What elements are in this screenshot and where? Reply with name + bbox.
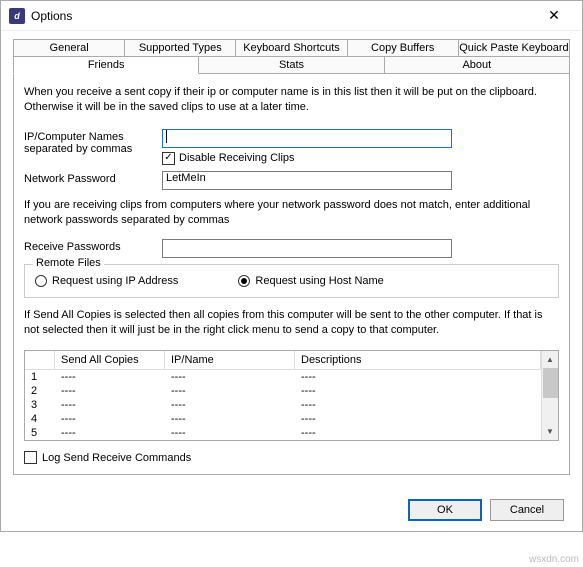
tab-keyboard-shortcuts[interactable]: Keyboard Shortcuts bbox=[236, 39, 347, 56]
row-ip-names: IP/Computer Names separated by commas ✓ … bbox=[24, 129, 559, 165]
tabs-row-1: General Supported Types Keyboard Shortcu… bbox=[13, 39, 570, 56]
tab-about[interactable]: About bbox=[385, 56, 570, 74]
scroll-up-arrow[interactable]: ▲ bbox=[546, 351, 554, 368]
close-button[interactable]: ✕ bbox=[534, 7, 574, 24]
cancel-button[interactable]: Cancel bbox=[490, 499, 564, 521]
ip-names-field-wrap: ✓ Disable Receiving Clips bbox=[162, 129, 559, 165]
cell-num: 1 bbox=[25, 370, 55, 384]
table-header-row: Send All Copies IP/Name Descriptions bbox=[25, 351, 541, 370]
receive-passwords-input[interactable] bbox=[162, 239, 452, 258]
radio-ip-circle[interactable] bbox=[35, 275, 47, 287]
scroll-thumb[interactable] bbox=[543, 368, 558, 398]
table-scrollbar[interactable]: ▲ ▼ bbox=[541, 351, 558, 440]
log-checkbox[interactable] bbox=[24, 451, 37, 464]
tab-general[interactable]: General bbox=[13, 39, 125, 56]
tab-friends[interactable]: Friends bbox=[13, 56, 199, 74]
log-label: Log Send Receive Commands bbox=[42, 452, 191, 464]
table-row[interactable]: 3 ---- ---- ---- bbox=[25, 398, 541, 412]
network-password-input[interactable]: LetMeIn bbox=[162, 171, 452, 190]
cell-sendall: ---- bbox=[55, 370, 165, 384]
disable-receiving-row[interactable]: ✓ Disable Receiving Clips bbox=[162, 152, 559, 165]
tab-supported-types[interactable]: Supported Types bbox=[125, 39, 236, 56]
disable-receiving-checkbox[interactable]: ✓ bbox=[162, 152, 175, 165]
remote-files-radios: Request using IP Address Request using H… bbox=[35, 275, 548, 287]
cell-sendall: ---- bbox=[55, 426, 165, 440]
remote-files-legend: Remote Files bbox=[33, 257, 104, 269]
tab-quick-paste-keyboard[interactable]: Quick Paste Keyboard bbox=[459, 39, 570, 56]
remote-files-group: Remote Files Request using IP Address Re… bbox=[24, 264, 559, 298]
friends-tabpage: When you receive a sent copy if their ip… bbox=[13, 73, 570, 475]
table-row[interactable]: 2 ---- ---- ---- bbox=[25, 384, 541, 398]
ip-names-input[interactable] bbox=[162, 129, 452, 148]
radio-request-host[interactable]: Request using Host Name bbox=[238, 275, 383, 287]
cell-ipname: ---- bbox=[165, 412, 295, 426]
send-targets-table: Send All Copies IP/Name Descriptions 1 -… bbox=[24, 350, 559, 441]
network-password-field-wrap: LetMeIn bbox=[162, 171, 559, 190]
network-password-note: If you are receiving clips from computer… bbox=[24, 198, 559, 228]
cell-desc: ---- bbox=[295, 426, 541, 440]
app-icon: d bbox=[9, 8, 25, 24]
titlebar: d Options ✕ bbox=[1, 1, 582, 31]
table-row[interactable]: 4 ---- ---- ---- bbox=[25, 412, 541, 426]
col-ip-name[interactable]: IP/Name bbox=[165, 351, 295, 370]
ok-button[interactable]: OK bbox=[408, 499, 482, 521]
tabs-row-2: Friends Stats About bbox=[13, 56, 570, 74]
cell-desc: ---- bbox=[295, 370, 541, 384]
network-password-label: Network Password bbox=[24, 171, 162, 185]
cell-num: 3 bbox=[25, 398, 55, 412]
window-title: Options bbox=[31, 9, 72, 23]
receive-passwords-label: Receive Passwords bbox=[24, 239, 162, 253]
cell-desc: ---- bbox=[295, 398, 541, 412]
tab-copy-buffers[interactable]: Copy Buffers bbox=[348, 39, 459, 56]
cell-sendall: ---- bbox=[55, 398, 165, 412]
radio-request-ip[interactable]: Request using IP Address bbox=[35, 275, 178, 287]
cell-num: 4 bbox=[25, 412, 55, 426]
receive-passwords-field-wrap bbox=[162, 239, 559, 258]
col-descriptions[interactable]: Descriptions bbox=[295, 351, 541, 370]
content-area: General Supported Types Keyboard Shortcu… bbox=[1, 31, 582, 489]
cell-ipname: ---- bbox=[165, 384, 295, 398]
scroll-down-arrow[interactable]: ▼ bbox=[546, 423, 554, 440]
disable-receiving-label: Disable Receiving Clips bbox=[179, 152, 295, 164]
table-row[interactable]: 1 ---- ---- ---- bbox=[25, 370, 541, 384]
tab-stats[interactable]: Stats bbox=[199, 56, 384, 74]
row-receive-passwords: Receive Passwords bbox=[24, 239, 559, 258]
cell-num: 2 bbox=[25, 384, 55, 398]
cell-ipname: ---- bbox=[165, 426, 295, 440]
cell-desc: ---- bbox=[295, 412, 541, 426]
log-row[interactable]: Log Send Receive Commands bbox=[24, 451, 559, 464]
row-network-password: Network Password LetMeIn bbox=[24, 171, 559, 190]
col-number[interactable] bbox=[25, 351, 55, 370]
cell-ipname: ---- bbox=[165, 398, 295, 412]
cell-sendall: ---- bbox=[55, 412, 165, 426]
col-send-all[interactable]: Send All Copies bbox=[55, 351, 165, 370]
send-all-note: If Send All Copies is selected then all … bbox=[24, 308, 559, 338]
dialog-footer: OK Cancel bbox=[1, 489, 582, 531]
ip-names-label: IP/Computer Names separated by commas bbox=[24, 129, 162, 155]
titlebar-left: d Options bbox=[9, 8, 72, 24]
table-row[interactable]: 5 ---- ---- ---- bbox=[25, 426, 541, 440]
watermark: wsxdn.com bbox=[529, 554, 579, 565]
intro-text: When you receive a sent copy if their ip… bbox=[24, 85, 559, 115]
options-window: d Options ✕ General Supported Types Keyb… bbox=[0, 0, 583, 532]
radio-host-label: Request using Host Name bbox=[255, 275, 383, 287]
radio-ip-label: Request using IP Address bbox=[52, 275, 178, 287]
cell-desc: ---- bbox=[295, 384, 541, 398]
cell-sendall: ---- bbox=[55, 384, 165, 398]
cell-ipname: ---- bbox=[165, 370, 295, 384]
cell-num: 5 bbox=[25, 426, 55, 440]
radio-host-circle[interactable] bbox=[238, 275, 250, 287]
table-body: Send All Copies IP/Name Descriptions 1 -… bbox=[25, 351, 541, 440]
